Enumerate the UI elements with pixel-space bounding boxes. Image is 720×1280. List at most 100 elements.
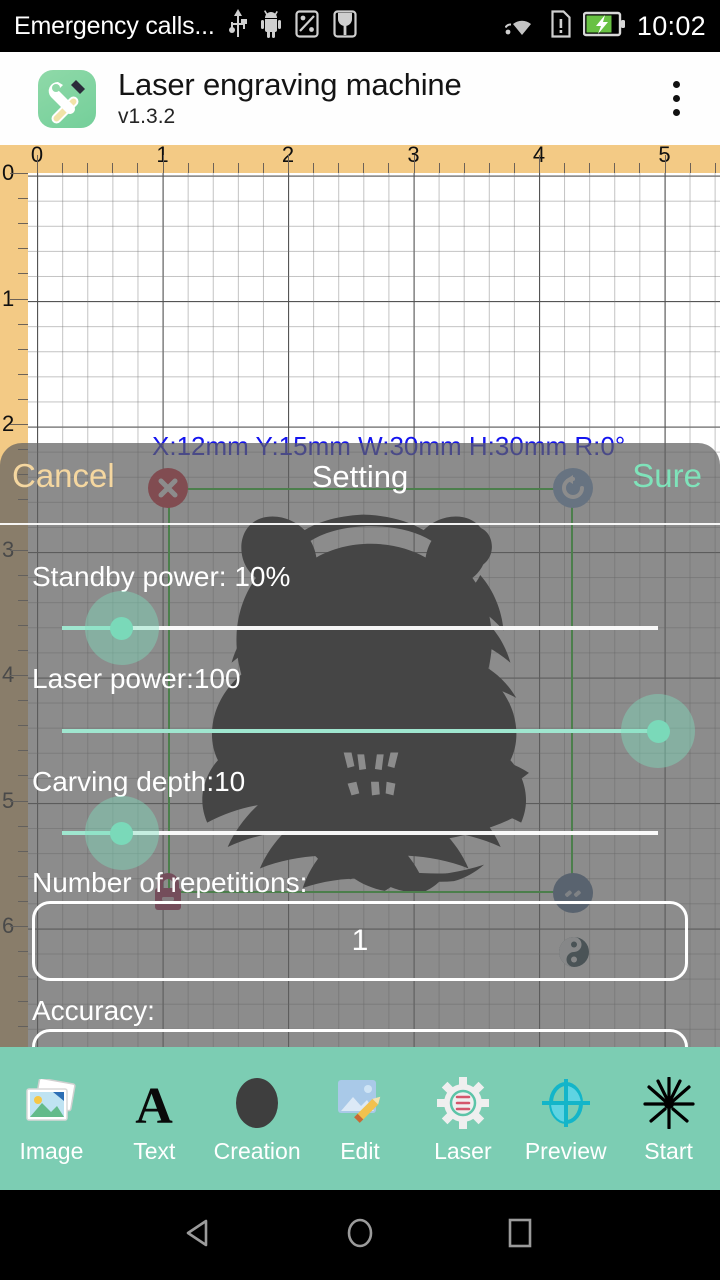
- crosshair-icon: [540, 1074, 592, 1132]
- tool-label: Image: [19, 1137, 84, 1164]
- sure-button[interactable]: Sure: [632, 457, 702, 495]
- ruler-tick: [10, 298, 28, 300]
- ruler-tick: [388, 163, 390, 173]
- dialog-title: Setting: [311, 459, 409, 494]
- laser-power-label: Laser power:100: [32, 663, 241, 694]
- tool-image[interactable]: Image: [0, 1047, 103, 1190]
- home-circle-icon[interactable]: [342, 1215, 378, 1256]
- ruler-tick: [363, 163, 365, 173]
- screenshot-icon: [295, 9, 319, 43]
- tool-text[interactable]: A Text: [103, 1047, 206, 1190]
- back-triangle-icon[interactable]: [182, 1215, 218, 1256]
- tool-laser[interactable]: Laser: [411, 1047, 514, 1190]
- repetitions-input[interactable]: 1: [32, 901, 688, 981]
- bottom-toolbar: Image A Text Creation Edit Laser Preview…: [0, 1047, 720, 1190]
- ruler-tick: [463, 163, 465, 173]
- ruler-tick: [18, 248, 28, 250]
- ruler-tick: [689, 163, 691, 173]
- photos-icon: [23, 1074, 79, 1132]
- standby-power-label: Standby power: 10%: [32, 561, 291, 592]
- ruler-tick: [237, 163, 239, 173]
- svg-text:A: A: [136, 1078, 174, 1128]
- tool-start[interactable]: Start: [617, 1047, 720, 1190]
- gear-icon: [436, 1074, 489, 1132]
- tool-label: Text: [133, 1137, 176, 1164]
- ruler-tick: [18, 323, 28, 325]
- android-nav-bar: [0, 1190, 720, 1280]
- wifi-icon: [504, 11, 539, 42]
- slider-thumb[interactable]: [110, 616, 134, 640]
- ruler-tick: [714, 163, 716, 173]
- android-debug-icon: [260, 9, 281, 43]
- ruler-tick: [10, 424, 28, 425]
- tool-label: Preview: [524, 1137, 607, 1164]
- ruler-tick: [18, 198, 28, 200]
- ruler-tick: [162, 155, 164, 173]
- laser-power-slider[interactable]: [62, 694, 695, 768]
- settings-dialog: Cancel Setting Sure Standby power: 10% L…: [0, 443, 720, 1109]
- tool-label: Creation: [213, 1137, 301, 1164]
- ruler-tick: [589, 163, 591, 173]
- sim-card-icon: [551, 9, 571, 43]
- image-pencil-icon: [334, 1074, 386, 1132]
- ruler-tick: [112, 163, 114, 173]
- ruler-tick: [18, 373, 28, 375]
- ruler-tick: [438, 163, 440, 173]
- status-bar: Emergency calls... 10:02: [0, 0, 720, 52]
- slider-fill: [62, 729, 658, 733]
- tool-creation[interactable]: Creation: [206, 1047, 309, 1190]
- app-title-block: Laser engraving machine v1.3.2: [118, 66, 656, 130]
- repetitions-label: Number of repetitions:: [32, 867, 308, 898]
- page-title: Laser engraving machine: [118, 66, 462, 102]
- status-right-icons: [504, 9, 627, 43]
- dialog-divider: [0, 523, 720, 525]
- accuracy-label: Accuracy:: [32, 995, 155, 1026]
- ruler-tick: [288, 155, 289, 173]
- laser-burst-icon: [642, 1074, 695, 1132]
- sim-tray-icon: [333, 9, 357, 43]
- carving-depth-slider[interactable]: [62, 796, 658, 870]
- tool-label: Laser: [434, 1137, 492, 1164]
- ruler-tick: [338, 163, 340, 173]
- ruler-tick: [87, 163, 89, 173]
- more-options-icon[interactable]: [656, 68, 696, 130]
- app-version-label: v1.3.2: [118, 104, 176, 128]
- ruler-tick: [262, 163, 264, 173]
- ruler-tick: [137, 163, 139, 173]
- tool-edit[interactable]: Edit: [309, 1047, 412, 1190]
- app-bar: Laser engraving machine v1.3.2: [0, 52, 720, 145]
- ruler-tick: [10, 173, 28, 174]
- letter-a-icon: A: [130, 1074, 178, 1132]
- carving-depth-label: Carving depth:10: [32, 766, 246, 797]
- ruler-tick: [18, 348, 28, 350]
- ruler-tick: [539, 155, 540, 173]
- horizontal-ruler: 012345: [0, 145, 720, 173]
- ellipse-icon: [231, 1074, 283, 1132]
- tool-label: Start: [644, 1137, 693, 1164]
- ruler-tick: [664, 155, 666, 173]
- ruler-tick: [313, 163, 315, 173]
- ruler-tick: [18, 223, 28, 225]
- ruler-tick: [488, 163, 490, 173]
- ruler-tick: [639, 163, 641, 173]
- standby-power-slider[interactable]: [62, 591, 658, 665]
- battery-charging-icon: [582, 11, 627, 42]
- ruler-tick: [187, 163, 189, 173]
- dialog-header: Cancel Setting Sure: [0, 443, 720, 525]
- ruler-tick: [212, 163, 214, 173]
- status-left-icons: [228, 8, 357, 44]
- clock-label: 10:02: [636, 10, 706, 41]
- ruler-tick: [564, 163, 566, 173]
- ruler-tick: [413, 155, 415, 173]
- recents-square-icon[interactable]: [502, 1215, 538, 1256]
- usb-icon: [228, 8, 247, 44]
- carrier-label: Emergency calls...: [14, 11, 215, 40]
- ruler-tick: [37, 155, 38, 173]
- tool-preview[interactable]: Preview: [514, 1047, 617, 1190]
- slider-thumb[interactable]: [646, 719, 670, 743]
- ruler-tick: [18, 398, 28, 400]
- tool-label: Edit: [340, 1137, 380, 1164]
- ruler-tick: [513, 163, 515, 173]
- ruler-tick: [62, 163, 64, 173]
- slider-thumb[interactable]: [110, 821, 134, 845]
